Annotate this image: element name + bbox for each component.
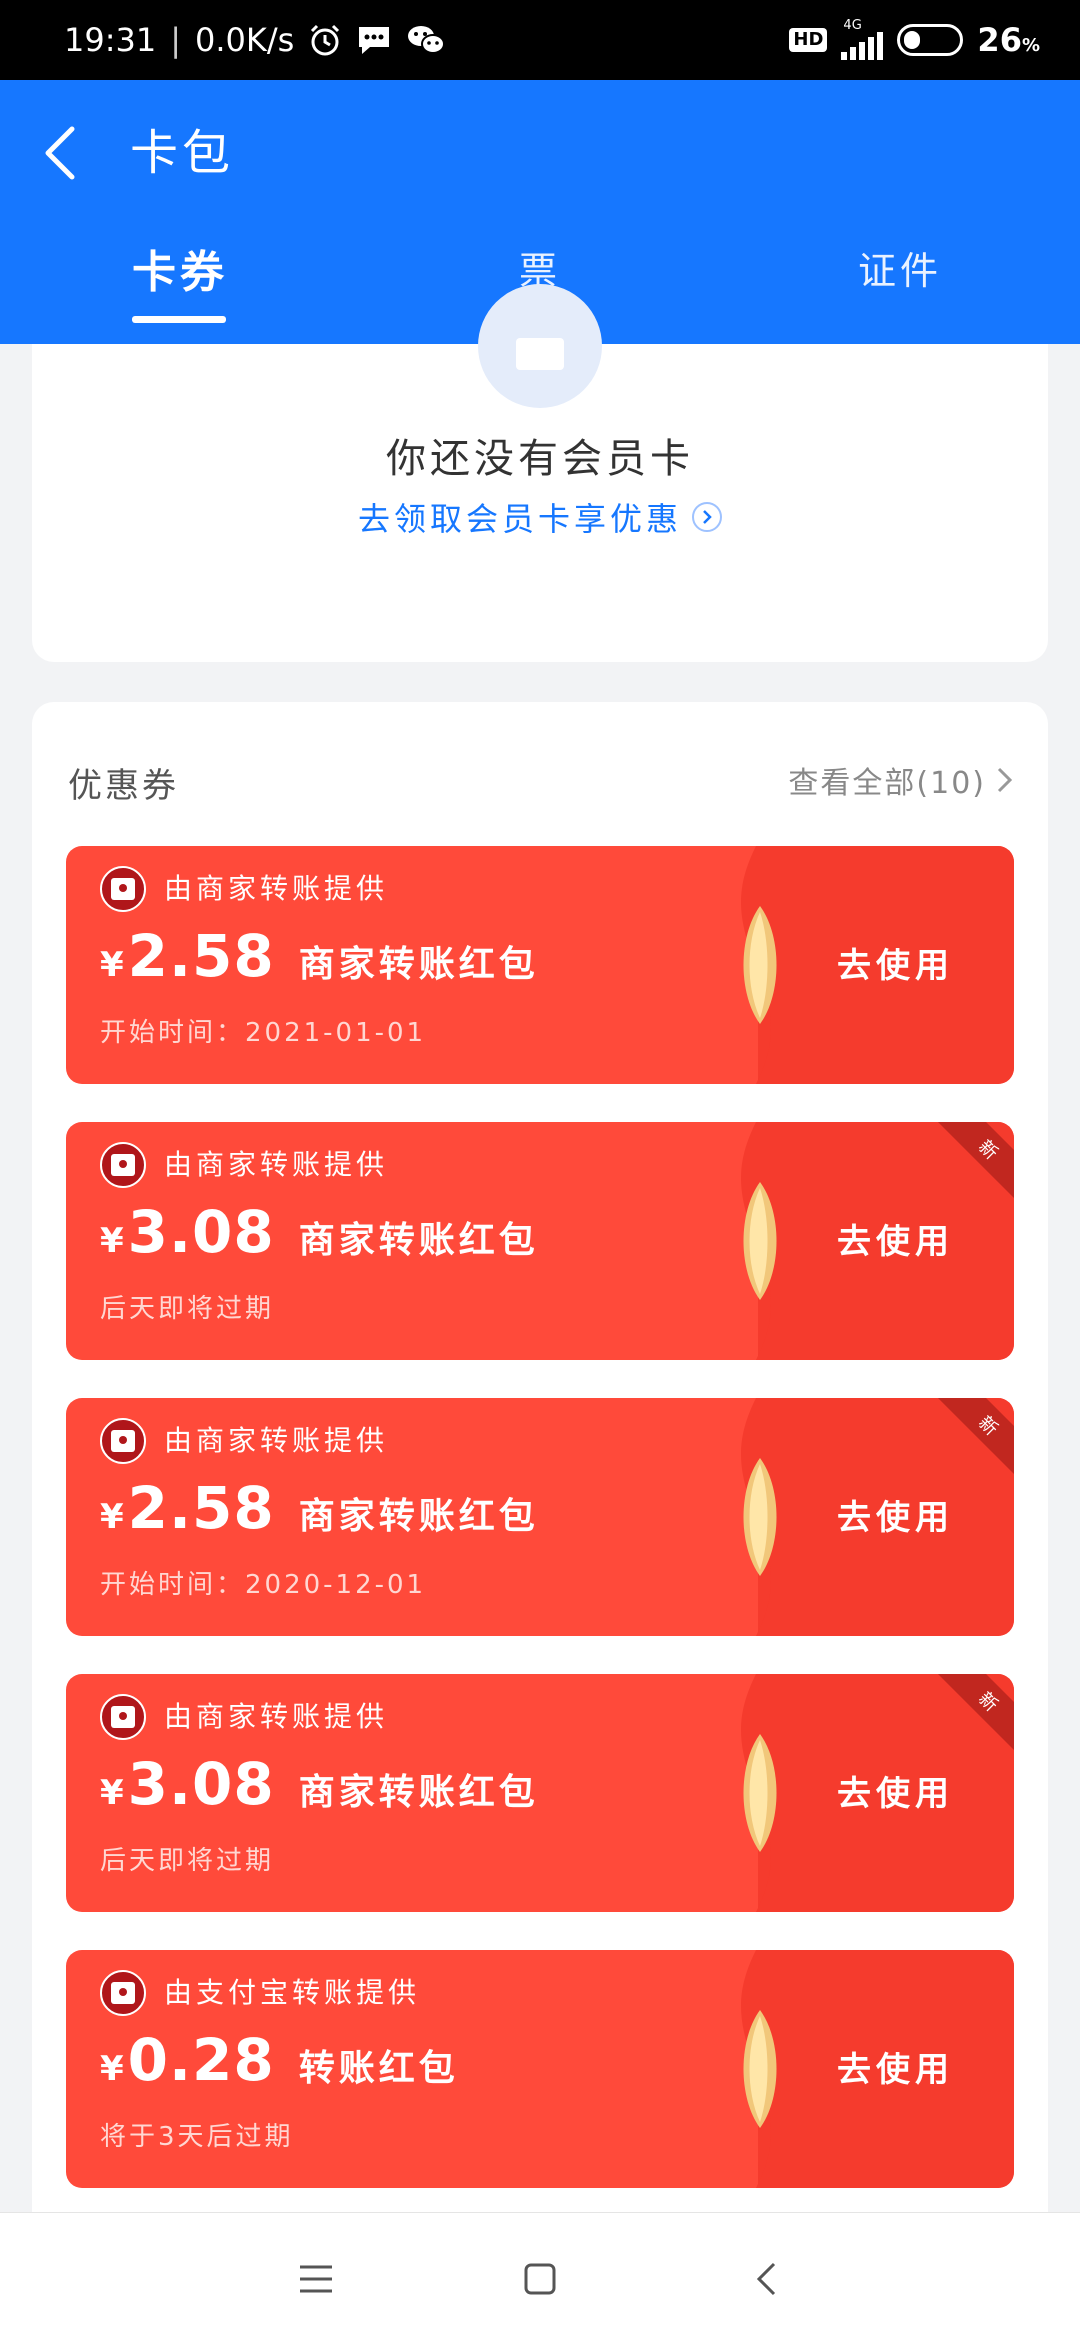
coupon-card[interactable]: 由商家转账提供 ¥ 3.08 商家转账红包 后天即将过期 去使用 新 — [66, 1122, 1014, 1360]
currency-symbol: ¥ — [100, 1497, 124, 1537]
gold-coin-icon — [743, 1458, 777, 1576]
menu-nav-button[interactable] — [290, 2253, 342, 2305]
coupon-amount: 2.58 — [127, 922, 275, 990]
gold-coin-icon — [743, 2010, 777, 2128]
view-all-label: 查看全部(10) — [788, 766, 986, 801]
coupon-provider: 由商家转账提供 — [164, 1148, 389, 1181]
triangle-back-icon — [756, 2262, 776, 2296]
use-coupon-button[interactable]: 去使用 — [837, 1490, 954, 1539]
red-envelope-icon — [100, 1142, 146, 1188]
red-envelope-icon — [100, 1418, 146, 1464]
active-tab-indicator — [132, 316, 226, 323]
tab-documents[interactable]: 证件 — [820, 220, 980, 344]
coupon-provider: 由支付宝转账提供 — [164, 1976, 421, 2009]
gold-coin-icon — [743, 1734, 777, 1852]
use-coupon-button[interactable]: 去使用 — [837, 1214, 954, 1263]
member-card-icon — [478, 284, 602, 408]
get-member-card-label: 去领取会员卡享优惠 — [357, 500, 682, 538]
signal-icon: 4G — [841, 18, 884, 60]
hd-badge: HD — [789, 28, 828, 52]
currency-symbol: ¥ — [100, 1221, 124, 1261]
coupon-amount-row: ¥ 3.08 商家转账红包 — [100, 1750, 539, 1818]
get-member-card-link[interactable]: 去领取会员卡享优惠 — [32, 494, 1048, 540]
status-time: 19:31 — [64, 21, 157, 59]
coupon-validity: 后天即将过期 — [100, 1294, 275, 1324]
coupon-amount: 3.08 — [127, 1198, 275, 1266]
chevron-left-icon — [45, 126, 75, 180]
use-coupon-button[interactable]: 去使用 — [837, 2042, 954, 2091]
red-envelope-icon — [100, 1970, 146, 2016]
chevron-right-icon — [997, 767, 1013, 793]
coupon-validity: 后天即将过期 — [100, 1846, 275, 1876]
back-nav-button[interactable] — [740, 2253, 792, 2305]
coupon-title: 商家转账红包 — [298, 1220, 539, 1261]
coupon-validity: 开始时间：2020-12-01 — [100, 1570, 427, 1600]
battery-icon — [897, 24, 964, 56]
coupon-amount: 2.58 — [127, 1474, 275, 1542]
coupon-title: 转账红包 — [298, 2048, 459, 2089]
coupon-card[interactable]: 由支付宝转账提供 ¥ 0.28 转账红包 将于3天后过期 去使用 — [66, 1950, 1014, 2188]
coupon-provider: 由商家转账提供 — [164, 1424, 389, 1457]
gold-coin-icon — [743, 906, 777, 1024]
use-coupon-button[interactable]: 去使用 — [837, 1766, 954, 1815]
red-envelope-icon — [100, 866, 146, 912]
coupon-validity: 将于3天后过期 — [100, 2122, 294, 2152]
coupon-amount-row: ¥ 3.08 商家转账红包 — [100, 1198, 539, 1266]
coupons-section: 优惠券 查看全部(10) 由商家转账提供 ¥ 2.58 商家转账红包 开始时间：… — [32, 702, 1048, 2222]
chevron-right-circle-icon — [692, 502, 722, 532]
status-left: 19:31 | 0.0K/s — [64, 21, 446, 59]
coupon-provider: 由商家转账提供 — [164, 1700, 389, 1733]
screen: 19:31 | 0.0K/s HD 4G 26% 卡包 卡券 票 证件 你还没有… — [0, 0, 1080, 2340]
view-all-coupons-link[interactable]: 查看全部(10) — [788, 758, 1014, 802]
battery-percent: 26% — [977, 21, 1040, 59]
status-bar: 19:31 | 0.0K/s HD 4G 26% — [0, 0, 1080, 80]
coupon-title: 商家转账红包 — [298, 944, 539, 985]
member-empty-title: 你还没有会员卡 — [386, 436, 694, 482]
member-card-panel: 你还没有会员卡 去领取会员卡享优惠 — [32, 284, 1048, 662]
coupon-title: 商家转账红包 — [298, 1772, 539, 1813]
message-icon — [356, 23, 392, 57]
currency-symbol: ¥ — [100, 945, 124, 985]
use-coupon-button[interactable]: 去使用 — [837, 938, 954, 987]
network-type: 4G — [843, 18, 862, 33]
back-button[interactable] — [40, 116, 100, 190]
coupon-provider: 由商家转账提供 — [164, 872, 389, 905]
coupon-amount-row: ¥ 2.58 商家转账红包 — [100, 1474, 539, 1542]
home-nav-button[interactable] — [514, 2253, 566, 2305]
coupon-amount-row: ¥ 2.58 商家转账红包 — [100, 922, 539, 990]
coupon-validity: 开始时间：2021-01-01 — [100, 1018, 427, 1048]
coupon-card[interactable]: 由商家转账提供 ¥ 2.58 商家转账红包 开始时间：2020-12-01 去使… — [66, 1398, 1014, 1636]
red-envelope-icon — [100, 1694, 146, 1740]
coupon-amount-row: ¥ 0.28 转账红包 — [100, 2026, 459, 2094]
gold-coin-icon — [743, 1182, 777, 1300]
status-net-speed: 0.0K/s — [195, 21, 295, 59]
menu-icon — [300, 2265, 332, 2293]
wechat-icon — [406, 23, 446, 57]
alarm-icon — [308, 23, 342, 57]
coupon-card[interactable]: 由商家转账提供 ¥ 3.08 商家转账红包 后天即将过期 去使用 新 — [66, 1674, 1014, 1912]
coupon-title: 商家转账红包 — [298, 1496, 539, 1537]
status-right: HD 4G 26% — [789, 18, 1040, 60]
coupon-card[interactable]: 由商家转账提供 ¥ 2.58 商家转账红包 开始时间：2021-01-01 去使… — [66, 846, 1014, 1084]
status-separator: | — [170, 21, 181, 59]
currency-symbol: ¥ — [100, 2049, 124, 2089]
coupon-amount: 3.08 — [127, 1750, 275, 1818]
home-square-icon — [524, 2263, 556, 2295]
system-nav-bar — [0, 2212, 1080, 2340]
tab-coupons[interactable]: 卡券 — [100, 220, 260, 344]
currency-symbol: ¥ — [100, 1773, 124, 1813]
coupon-amount: 0.28 — [127, 2026, 275, 2094]
page-title: 卡包 — [130, 125, 235, 181]
coupons-section-title: 优惠券 — [68, 766, 179, 806]
